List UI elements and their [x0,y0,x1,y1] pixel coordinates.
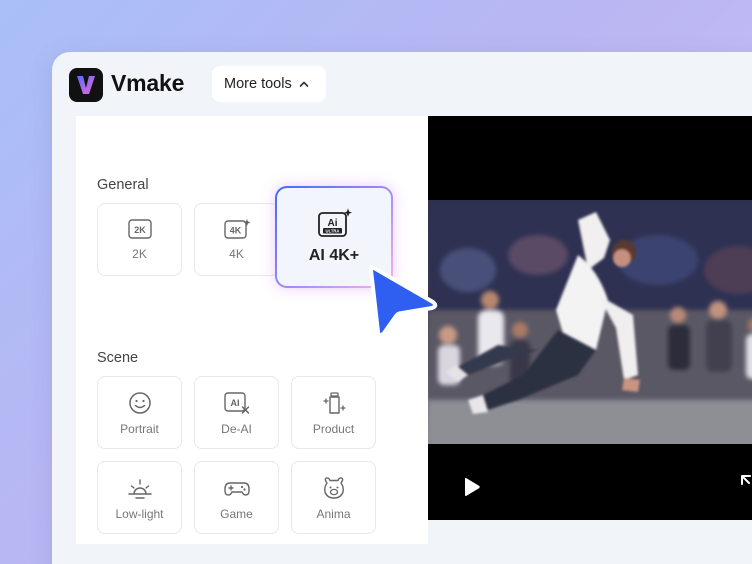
scene-de-ai[interactable]: AI De-AI [194,376,279,449]
video-preview[interactable] [428,116,752,520]
option-label: De-AI [221,422,252,436]
scene-product[interactable]: Product [291,376,376,449]
svg-text:2K: 2K [134,225,146,235]
smiley-face-icon [128,392,151,414]
option-label: 2K [132,247,147,261]
4k-sparkle-icon: 4K [223,219,250,239]
de-ai-icon: AI [223,392,249,414]
product-bottle-icon [322,392,346,414]
option-label: AI 4K+ [308,247,360,264]
svg-text:4K: 4K [229,226,241,236]
scene-game[interactable]: Game [194,461,279,534]
scene-low-light[interactable]: Low-light [97,461,182,534]
sunrise-icon [127,479,152,499]
vmake-logo-icon[interactable] [69,68,103,102]
brand-name[interactable]: Vmake [111,70,184,97]
option-4k[interactable]: 4K 4K [194,203,279,276]
scene-portrait[interactable]: Portrait [97,376,182,449]
ai-ultra-icon: Ai ULTRA [318,208,352,237]
option-label: Anima [316,507,351,521]
top-bar: Vmake More tools [52,52,752,116]
breakdancer-figure [446,212,640,414]
expand-icon[interactable] [740,472,752,500]
chevron-up-icon [299,81,309,87]
gamepad-icon [223,482,250,496]
more-tools-button[interactable]: More tools [212,66,326,102]
cursor-pointer-icon [369,264,438,338]
more-tools-label: More tools [224,76,292,92]
section-title-scene: Scene [97,350,139,366]
svg-text:Ai: Ai [328,218,338,229]
bear-face-icon [323,477,344,499]
svg-text:AI: AI [230,398,239,408]
option-label: 4K [229,247,244,261]
video-frame [428,200,752,444]
option-2k[interactable]: 2K 2K [97,203,182,276]
option-label: Portrait [120,422,159,436]
option-label: Product [312,422,355,436]
svg-text:ULTRA: ULTRA [326,229,340,234]
2k-icon: 2K [127,219,152,239]
section-title-general: General [97,177,149,193]
option-label: Game [220,507,253,521]
option-label: Low-light [115,507,164,521]
play-icon[interactable] [460,476,482,498]
scene-anima[interactable]: Anima [291,461,376,534]
